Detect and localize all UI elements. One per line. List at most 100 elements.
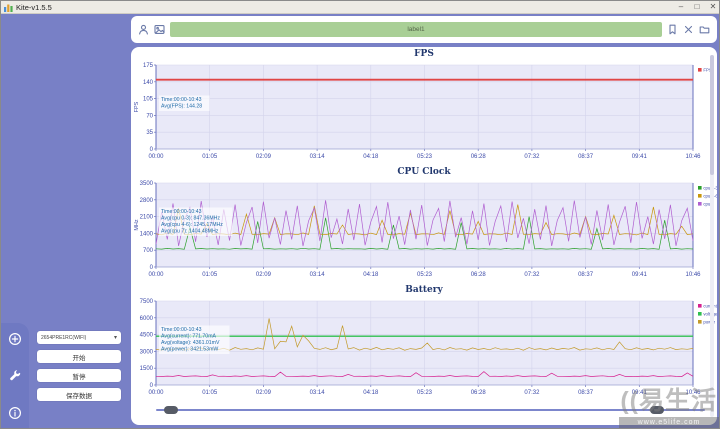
svg-text:06:28: 06:28 xyxy=(471,390,487,396)
pause-button-label: 暂停 xyxy=(72,373,86,381)
top-toolbar: label1 xyxy=(131,16,717,43)
left-rail xyxy=(1,323,29,428)
battery-chart: Battery 00:00 01:05 02:09 03:14 04:18 05:23 06… xyxy=(131,283,717,401)
save-data-button[interactable]: 保存数据 xyxy=(37,388,121,401)
svg-text:1500: 1500 xyxy=(140,366,154,372)
battery-plot: 00:00 01:05 02:09 03:14 04:18 05:23 06:28 07:32… xyxy=(140,299,717,396)
slider-handle-left[interactable] xyxy=(164,406,179,414)
bookmark-icon[interactable] xyxy=(667,24,678,35)
svg-text:10:46: 10:46 xyxy=(685,390,701,396)
svg-text:Avg(current): 771.70mA: Avg(current): 771.70mA xyxy=(161,334,217,340)
svg-text:7500: 7500 xyxy=(140,299,154,305)
svg-text:700: 700 xyxy=(143,248,154,254)
svg-text:09:41: 09:41 xyxy=(632,154,648,160)
svg-text:Avg(cpu 4-6): 1245.17MHz: Avg(cpu 4-6): 1245.17MHz xyxy=(161,222,223,228)
slider-handle-right[interactable] xyxy=(650,406,665,414)
svg-text:2100: 2100 xyxy=(140,215,154,221)
svg-text:08:37: 08:37 xyxy=(578,154,594,160)
label-bar-text: label1 xyxy=(407,26,425,33)
scrollbar-thumb[interactable] xyxy=(710,55,714,175)
window-title: Kite-v1.5.5 xyxy=(16,2,52,12)
svg-text:01:05: 01:05 xyxy=(202,154,218,160)
user-icon[interactable] xyxy=(138,24,149,35)
fps-plot: 00:00 01:05 02:09 03:14 04:18 05:23 06:28 07:32… xyxy=(134,63,712,160)
svg-text:08:37: 08:37 xyxy=(578,272,594,278)
svg-text:MHz: MHz xyxy=(134,219,140,231)
svg-text:07:32: 07:32 xyxy=(524,390,540,396)
svg-text:00:00: 00:00 xyxy=(148,390,164,396)
svg-text:Avg(FPS): 144.28: Avg(FPS): 144.28 xyxy=(161,104,202,110)
close-button[interactable]: ✕ xyxy=(705,1,719,13)
app-window: Kite-v1.5.5 – □ ✕ 2654PRE1RC(WIFI) ▾ 开始 … xyxy=(0,0,720,429)
svg-text:04:18: 04:18 xyxy=(363,272,379,278)
svg-text:09:41: 09:41 xyxy=(632,272,648,278)
pause-button[interactable]: 暂停 xyxy=(37,369,121,382)
battery-chart-title: Battery xyxy=(405,285,443,295)
svg-text:Time:00:00-10:43: Time:00:00-10:43 xyxy=(161,97,202,103)
svg-text:07:32: 07:32 xyxy=(524,154,540,160)
vertical-scrollbar[interactable] xyxy=(710,55,714,417)
time-range-slider xyxy=(131,401,717,419)
svg-text:35: 35 xyxy=(146,130,153,136)
svg-text:105: 105 xyxy=(143,97,154,103)
save-data-button-label: 保存数据 xyxy=(66,392,92,400)
svg-text:06:28: 06:28 xyxy=(471,154,487,160)
close-icon[interactable] xyxy=(683,24,694,35)
svg-text:01:05: 01:05 xyxy=(202,390,218,396)
svg-text:3500: 3500 xyxy=(140,181,154,187)
svg-text:09:41: 09:41 xyxy=(632,390,648,396)
minimize-button[interactable]: – xyxy=(673,1,689,13)
svg-text:04:18: 04:18 xyxy=(363,154,379,160)
svg-text:06:28: 06:28 xyxy=(471,272,487,278)
svg-text:10:46: 10:46 xyxy=(685,272,701,278)
svg-text:Time:00:00-10:43: Time:00:00-10:43 xyxy=(161,209,202,215)
device-select[interactable]: 2654PRE1RC(WIFI) ▾ xyxy=(37,331,121,344)
svg-text:140: 140 xyxy=(143,80,154,86)
svg-text:FPS: FPS xyxy=(134,101,140,112)
cpu-clock-chart-title: CPU Clock xyxy=(397,167,451,177)
svg-text:04:18: 04:18 xyxy=(363,390,379,396)
cpu-clock-plot: 00:00 01:05 02:09 03:14 04:18 05:23 06:28 07:32… xyxy=(134,181,717,278)
svg-text:01:05: 01:05 xyxy=(202,272,218,278)
window-titlebar: Kite-v1.5.5 – □ ✕ xyxy=(1,1,719,14)
svg-text:05:23: 05:23 xyxy=(417,390,433,396)
svg-text:0: 0 xyxy=(150,147,154,153)
app-logo-icon xyxy=(4,4,13,12)
svg-text:Avg(power): 3421.53mW: Avg(power): 3421.53mW xyxy=(161,347,218,353)
svg-text:6000: 6000 xyxy=(140,316,154,322)
svg-text:03:14: 03:14 xyxy=(310,272,326,278)
svg-text:Avg(voltage): 4361.01mV: Avg(voltage): 4361.01mV xyxy=(161,340,220,346)
maximize-button[interactable]: □ xyxy=(689,1,705,13)
start-button[interactable]: 开始 xyxy=(37,350,121,363)
info-icon[interactable] xyxy=(8,406,22,420)
cpu-clock-chart: CPU Clock 00:00 01:05 02:09 03:14 04:18 05:23… xyxy=(131,165,717,283)
wrench-icon[interactable] xyxy=(8,369,22,383)
device-select-value: 2654PRE1RC(WIFI) xyxy=(41,334,87,341)
svg-text:03:14: 03:14 xyxy=(310,154,326,160)
start-button-label: 开始 xyxy=(72,354,86,362)
svg-text:00:00: 00:00 xyxy=(148,272,164,278)
svg-text:0: 0 xyxy=(150,383,154,389)
image-icon[interactable] xyxy=(154,24,165,35)
svg-text:Time:00:00-10:43: Time:00:00-10:43 xyxy=(161,327,202,333)
svg-text:08:37: 08:37 xyxy=(578,390,594,396)
svg-text:70: 70 xyxy=(146,113,153,119)
svg-text:Avg(cpu 0-3): 847.36MHz: Avg(cpu 0-3): 847.36MHz xyxy=(161,216,220,222)
svg-text:0: 0 xyxy=(150,265,154,271)
svg-text:10:46: 10:46 xyxy=(685,154,701,160)
slider-track[interactable] xyxy=(156,406,705,414)
add-circle-icon[interactable] xyxy=(8,332,22,346)
svg-text:00:00: 00:00 xyxy=(148,154,164,160)
label-bar: label1 xyxy=(170,22,662,37)
svg-text:02:09: 02:09 xyxy=(256,272,272,278)
svg-text:05:23: 05:23 xyxy=(417,272,433,278)
svg-text:1400: 1400 xyxy=(140,231,154,237)
folder-icon[interactable] xyxy=(699,24,710,35)
svg-text:3000: 3000 xyxy=(140,349,154,355)
svg-text:175: 175 xyxy=(143,63,154,69)
svg-text:Avg(cpu 7): 1404.48MHz: Avg(cpu 7): 1404.48MHz xyxy=(161,229,219,235)
svg-text:03:14: 03:14 xyxy=(310,390,326,396)
svg-text:07:32: 07:32 xyxy=(524,272,540,278)
fps-chart-title: FPS xyxy=(414,49,434,59)
control-panel: 2654PRE1RC(WIFI) ▾ 开始 暂停 保存数据 xyxy=(37,331,121,407)
